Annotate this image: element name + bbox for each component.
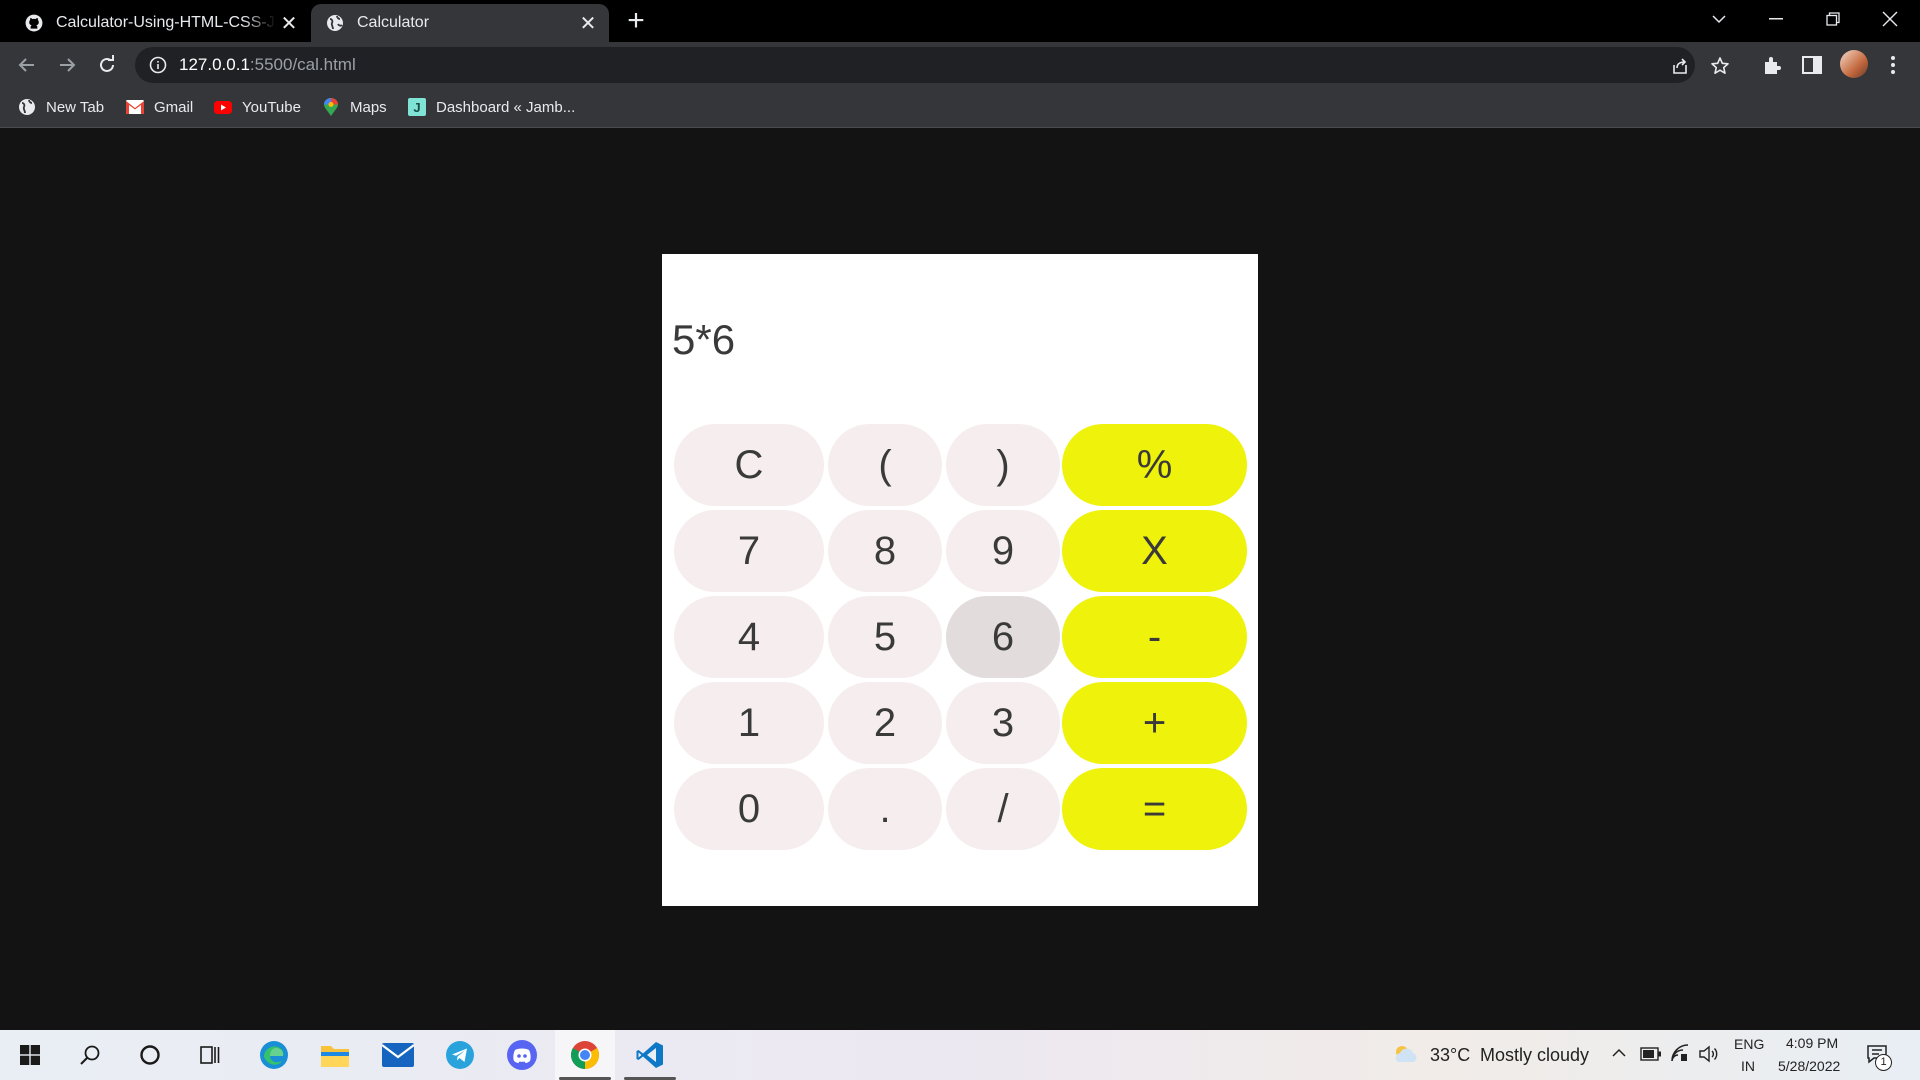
digit-9-button[interactable]: 9	[946, 510, 1060, 592]
chrome-icon[interactable]	[555, 1030, 615, 1080]
add-button[interactable]: +	[1062, 682, 1247, 764]
url-text: 127.0.0.1:5500/cal.html	[179, 55, 356, 75]
bookmark-label: Maps	[350, 98, 387, 116]
digit-1-button[interactable]: 1	[674, 682, 824, 764]
windows-start-icon[interactable]	[2, 1030, 58, 1080]
chevron-up-icon[interactable]	[1612, 1048, 1626, 1058]
bookmark-youtube[interactable]: YouTube	[214, 96, 301, 118]
bookmark-label: Dashboard « Jamb...	[436, 98, 576, 116]
edge-icon[interactable]	[246, 1030, 302, 1080]
url-host: 127.0.0.1	[179, 55, 250, 74]
weather-cloud-icon[interactable]	[1392, 1044, 1420, 1064]
reload-icon[interactable]	[91, 49, 123, 81]
wifi-icon[interactable]	[1670, 1044, 1690, 1062]
search-icon[interactable]	[62, 1030, 118, 1080]
site-info-icon[interactable]	[149, 56, 167, 74]
equals-button[interactable]: =	[1062, 768, 1247, 850]
close-tab-icon[interactable]: ✕	[575, 10, 601, 36]
clock-date[interactable]: 5/28/2022	[1778, 1058, 1840, 1074]
gmail-icon	[126, 98, 144, 116]
clear-button[interactable]: C	[674, 424, 824, 506]
restore-icon[interactable]	[1805, 0, 1861, 38]
digit-0-button[interactable]: 0	[674, 768, 824, 850]
bookmark-star-icon[interactable]	[1710, 56, 1730, 76]
decimal-button[interactable]: .	[828, 768, 942, 850]
discord-icon[interactable]	[494, 1030, 550, 1080]
back-icon[interactable]	[11, 49, 43, 81]
task-view-icon[interactable]	[182, 1030, 238, 1080]
close-paren-button[interactable]: )	[946, 424, 1060, 506]
bookmark-label: YouTube	[242, 98, 301, 116]
tab-calculator[interactable]: Calculator ✕	[311, 4, 609, 42]
bookmark-dashboard[interactable]: J Dashboard « Jamb...	[408, 96, 575, 118]
calculator-display: 5*6	[672, 316, 736, 363]
side-panel-icon[interactable]	[1801, 54, 1823, 76]
tab-github[interactable]: Calculator-Using-HTML-CSS-JS/cal.html ✕	[10, 4, 310, 42]
youtube-icon	[214, 98, 232, 116]
profile-avatar[interactable]	[1840, 50, 1868, 78]
language-code[interactable]: ENG	[1734, 1036, 1764, 1052]
percent-button[interactable]: %	[1062, 424, 1247, 506]
digit-3-button[interactable]: 3	[946, 682, 1060, 764]
address-bar[interactable]: 127.0.0.1:5500/cal.html	[135, 47, 1729, 83]
cortana-icon[interactable]	[122, 1030, 178, 1080]
url-path: :5500/cal.html	[249, 55, 356, 74]
volume-icon[interactable]	[1698, 1045, 1720, 1063]
multiply-button[interactable]: X	[1062, 510, 1247, 592]
share-icon[interactable]	[1670, 56, 1690, 76]
divide-button[interactable]: /	[946, 768, 1060, 850]
bookmark-maps[interactable]: Maps	[322, 96, 387, 118]
subtract-button[interactable]: -	[1062, 596, 1247, 678]
vscode-icon[interactable]	[620, 1030, 680, 1080]
digit-2-button[interactable]: 2	[828, 682, 942, 764]
open-paren-button[interactable]: (	[828, 424, 942, 506]
notification-count[interactable]: 1	[1875, 1054, 1892, 1071]
menu-dots-icon[interactable]	[1882, 54, 1904, 76]
extensions-icon[interactable]	[1761, 54, 1783, 76]
digit-4-button[interactable]: 4	[674, 596, 824, 678]
github-icon	[24, 13, 44, 33]
tab-search-icon[interactable]	[1691, 0, 1747, 38]
digit-7-button[interactable]: 7	[674, 510, 824, 592]
weather-condition[interactable]: Mostly cloudy	[1480, 1045, 1589, 1066]
bookmark-new-tab[interactable]: New Tab	[18, 96, 104, 118]
bookmark-label: New Tab	[46, 98, 105, 116]
language-region[interactable]: IN	[1741, 1058, 1755, 1074]
digit-6-button[interactable]: 6	[946, 596, 1060, 678]
j-icon: J	[408, 98, 426, 116]
digit-5-button[interactable]: 5	[828, 596, 942, 678]
bookmark-label: Gmail	[154, 98, 194, 116]
telegram-icon[interactable]	[432, 1030, 488, 1080]
calculator: 5*6 C ( ) % 7 8 9 X 4 5 6 - 1 2 3 + 0 . …	[662, 254, 1258, 906]
digit-8-button[interactable]: 8	[828, 510, 942, 592]
windows-taskbar: 33°C Mostly cloudy ENG IN 4:09 PM 5/28/2…	[0, 1030, 1920, 1080]
minimize-icon[interactable]	[1748, 0, 1804, 38]
clock-time[interactable]: 4:09 PM	[1786, 1035, 1838, 1051]
bookmarks-bar: New Tab Gmail YouTube Maps J Dashboard «…	[0, 88, 1920, 128]
file-explorer-icon[interactable]	[307, 1030, 363, 1080]
new-tab-icon[interactable]: +	[622, 6, 650, 36]
maps-icon	[322, 98, 340, 116]
globe-icon	[325, 13, 345, 33]
close-tab-icon[interactable]: ✕	[276, 10, 302, 36]
bookmark-gmail[interactable]: Gmail	[126, 96, 193, 118]
browser-title-bar: Calculator-Using-HTML-CSS-JS/cal.html ✕ …	[0, 0, 1920, 42]
close-window-icon[interactable]	[1862, 0, 1918, 38]
mail-icon[interactable]	[370, 1030, 426, 1080]
globe-icon	[18, 98, 36, 116]
tab-title: Calculator	[357, 14, 430, 31]
tab-title: Calculator-Using-HTML-CSS-JS/cal.html	[56, 14, 276, 31]
browser-toolbar: 127.0.0.1:5500/cal.html	[0, 42, 1920, 88]
battery-icon[interactable]	[1640, 1047, 1662, 1061]
weather-temp[interactable]: 33°C	[1430, 1045, 1470, 1066]
forward-icon[interactable]	[51, 49, 83, 81]
